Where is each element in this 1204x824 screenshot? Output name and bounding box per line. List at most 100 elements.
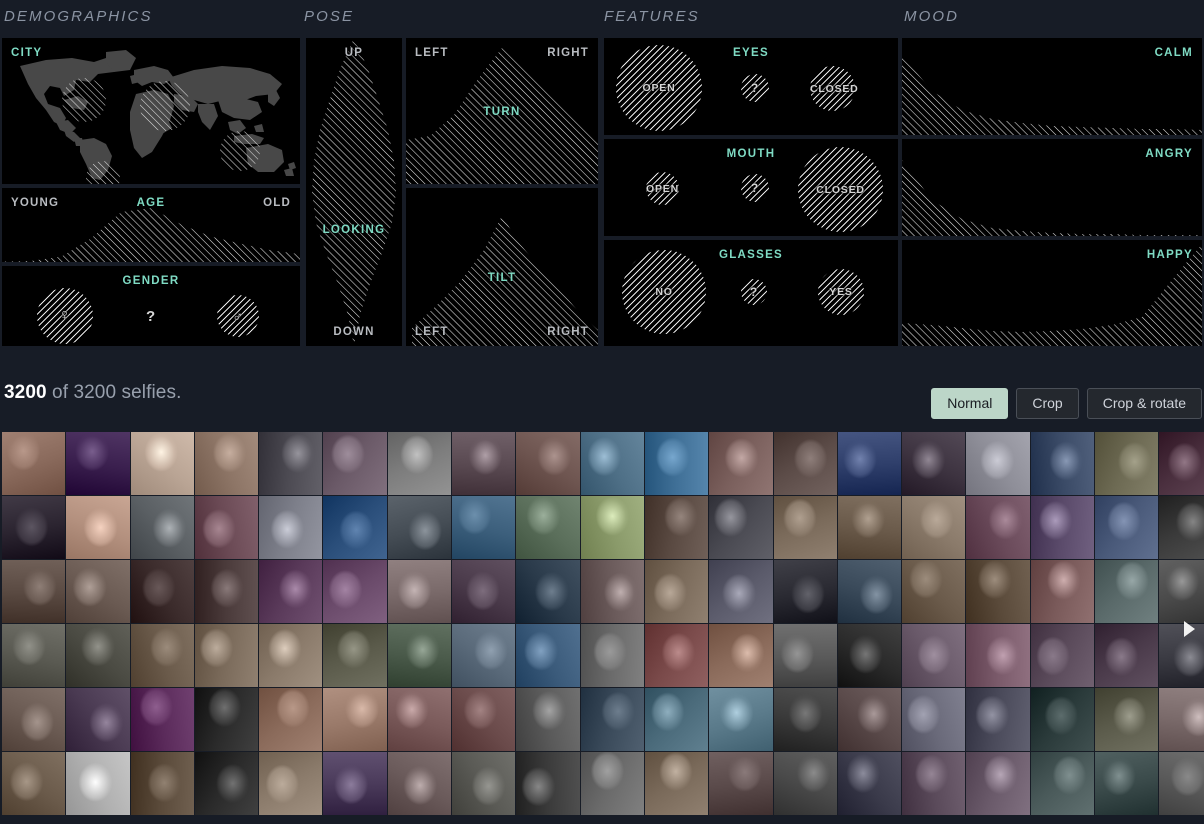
selfie-thumbnail[interactable] [66,560,130,623]
mouth-bucket-unknown[interactable]: ? [741,174,769,202]
selfie-thumbnail[interactable] [1159,624,1204,687]
selfie-thumbnail[interactable] [66,496,130,559]
facet-panel-turn[interactable]: LEFT RIGHT TURN [406,38,598,184]
selfie-thumbnail[interactable] [387,432,452,495]
selfie-thumbnail[interactable] [130,624,194,687]
gender-bucket-female[interactable]: ♀ [37,288,93,344]
selfie-thumbnail[interactable] [259,496,323,559]
selfie-thumbnail[interactable] [773,688,837,751]
selfie-thumbnail[interactable] [773,496,837,559]
eyes-bucket-unknown[interactable]: ? [741,74,769,102]
selfie-thumbnail[interactable] [644,688,709,751]
facet-panel-gender[interactable]: GENDER ♀ ? ♂ [2,266,300,346]
selfie-thumbnail[interactable] [194,560,259,623]
selfie-thumbnail[interactable] [966,624,1030,687]
selfie-thumbnail[interactable] [323,496,387,559]
facet-panel-city[interactable]: CITY [2,38,300,184]
selfie-thumbnail[interactable] [194,624,259,687]
selfie-thumbnail[interactable] [709,752,773,815]
selfie-thumbnail[interactable] [2,560,66,623]
selfie-thumbnail[interactable] [323,432,387,495]
selfie-thumbnail[interactable] [1095,560,1159,623]
selfie-thumbnail[interactable] [644,624,709,687]
selfie-thumbnail[interactable] [644,560,709,623]
selfie-thumbnail[interactable] [709,560,773,623]
selfie-thumbnail[interactable] [516,624,580,687]
selfie-thumbnail[interactable] [644,752,709,815]
facet-panel-age[interactable]: YOUNG OLD AGE [2,188,300,262]
selfie-thumbnail[interactable] [452,432,516,495]
selfie-thumbnail[interactable] [837,752,902,815]
selfie-thumbnail[interactable] [902,688,966,751]
selfie-thumbnail[interactable] [966,496,1030,559]
selfie-thumbnail[interactable] [2,432,66,495]
selfie-thumbnail[interactable] [902,496,966,559]
selfie-thumbnail[interactable] [1095,688,1159,751]
selfie-thumbnail[interactable] [323,752,387,815]
selfie-thumbnail[interactable] [902,560,966,623]
selfie-grid[interactable] [0,432,1204,824]
selfie-thumbnail[interactable] [902,432,966,495]
selfie-thumbnail[interactable] [66,624,130,687]
selfie-thumbnail[interactable] [580,688,644,751]
selfie-thumbnail[interactable] [644,432,709,495]
selfie-thumbnail[interactable] [966,688,1030,751]
mouth-bucket-open[interactable]: OPEN [646,172,679,205]
selfie-thumbnail[interactable] [259,432,323,495]
selfie-thumbnail[interactable] [2,496,66,559]
selfie-thumbnail[interactable] [323,624,387,687]
selfie-thumbnail[interactable] [1030,752,1095,815]
gender-bucket-unknown[interactable]: ? [146,308,155,325]
selfie-thumbnail[interactable] [387,560,452,623]
selfie-thumbnail[interactable] [387,752,452,815]
selfie-thumbnail[interactable] [130,560,194,623]
selfie-thumbnail[interactable] [966,752,1030,815]
selfie-thumbnail[interactable] [323,688,387,751]
selfie-thumbnail[interactable] [1030,560,1095,623]
selfie-thumbnail[interactable] [194,752,259,815]
selfie-thumbnail[interactable] [1030,688,1095,751]
selfie-thumbnail[interactable] [259,560,323,623]
selfie-thumbnail[interactable] [387,688,452,751]
selfie-thumbnail[interactable] [1159,496,1204,559]
facet-panel-glasses[interactable]: GLASSES NO ? YES [604,240,898,346]
selfie-thumbnail[interactable] [452,496,516,559]
selfie-thumbnail[interactable] [1159,560,1204,623]
selfie-thumbnail[interactable] [1159,432,1204,495]
selfie-thumbnail[interactable] [2,688,66,751]
selfie-thumbnail[interactable] [837,496,902,559]
selfie-thumbnail[interactable] [194,688,259,751]
selfie-thumbnail[interactable] [516,496,580,559]
selfie-thumbnail[interactable] [194,432,259,495]
selfie-thumbnail[interactable] [709,432,773,495]
eyes-bucket-closed[interactable]: CLOSED [810,66,858,111]
view-mode-crop-button[interactable]: Crop [1016,388,1079,419]
selfie-thumbnail[interactable] [837,624,902,687]
selfie-thumbnail[interactable] [902,624,966,687]
selfie-thumbnail[interactable] [580,496,644,559]
selfie-thumbnail[interactable] [773,560,837,623]
selfie-thumbnail[interactable] [259,624,323,687]
selfie-thumbnail[interactable] [580,752,644,815]
selfie-thumbnail[interactable] [1159,688,1204,751]
selfie-thumbnail[interactable] [452,752,516,815]
view-mode-crop-rotate-button[interactable]: Crop & rotate [1086,388,1202,419]
selfie-thumbnail[interactable] [1159,752,1204,815]
selfie-thumbnail[interactable] [259,752,323,815]
selfie-thumbnail[interactable] [902,752,966,815]
facet-panel-calm[interactable]: CALM [902,38,1202,135]
selfie-thumbnail[interactable] [644,496,709,559]
selfie-thumbnail[interactable] [194,496,259,559]
selfie-thumbnail[interactable] [1095,496,1159,559]
selfie-thumbnail[interactable] [130,688,194,751]
selfie-thumbnail[interactable] [773,624,837,687]
selfie-thumbnail[interactable] [709,688,773,751]
facet-panel-eyes[interactable]: EYES OPEN ? CLOSED [604,38,898,135]
selfie-thumbnail[interactable] [452,624,516,687]
selfie-thumbnail[interactable] [966,432,1030,495]
facet-panel-angry[interactable]: ANGRY [902,139,1202,236]
selfie-thumbnail[interactable] [580,432,644,495]
selfie-thumbnail[interactable] [773,432,837,495]
selfie-thumbnail[interactable] [130,752,194,815]
selfie-thumbnail[interactable] [709,624,773,687]
